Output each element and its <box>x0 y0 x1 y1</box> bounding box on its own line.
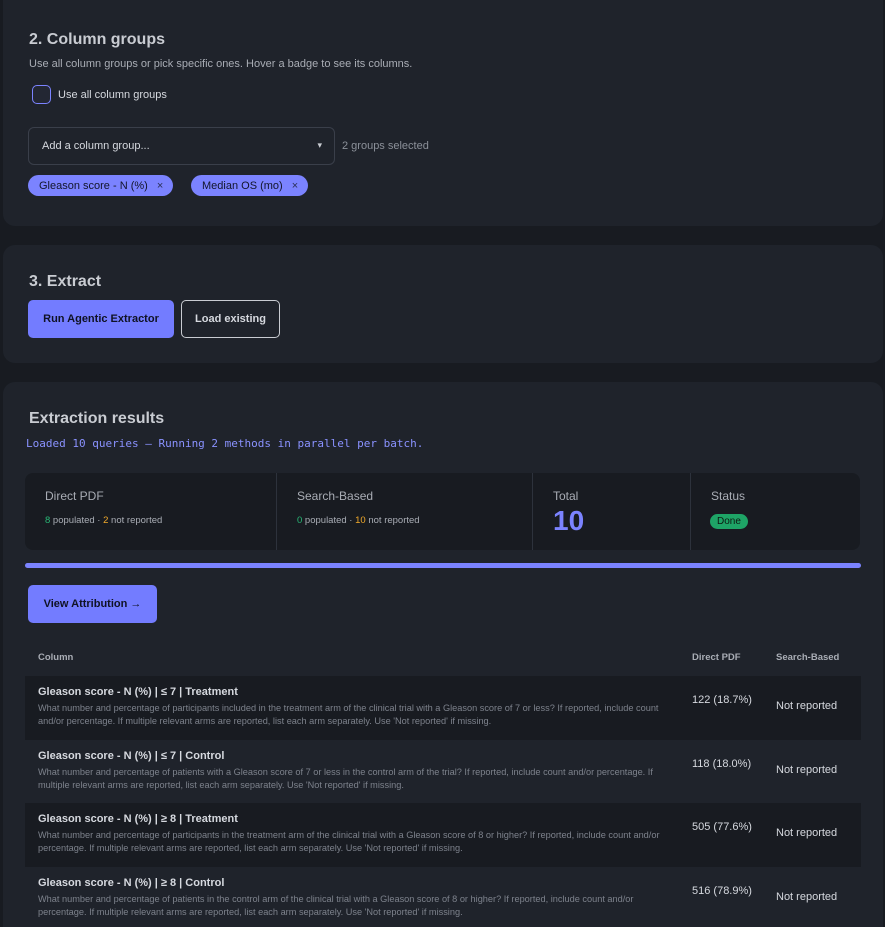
table-header: Column Direct PDF Search-Based <box>25 640 861 676</box>
stat-total: Total 10 <box>533 473 691 550</box>
row-title: Gleason score - N (%) | ≥ 8 | Treatment <box>38 813 238 825</box>
row-description: What number and percentage of participan… <box>38 830 660 853</box>
chevron-down-icon: ▾ <box>317 140 322 150</box>
stats-panel: Direct PDF 8 populated · 2 not reported … <box>25 473 860 550</box>
stat-search-based: Search-Based 0 populated · 10 not report… <box>277 473 533 550</box>
use-all-row[interactable]: Use all column groups <box>32 85 167 104</box>
row-direct-pdf: 118 (18.0%) <box>692 757 752 770</box>
row-description: What number and percentage of patients w… <box>38 766 653 790</box>
row-description: What number and percentage of patients i… <box>38 893 634 917</box>
chip-label: Median OS (mo) <box>202 179 283 192</box>
extract-card: 3. Extract Run Agentic Extractor Load ex… <box>3 245 883 363</box>
use-all-checkbox[interactable] <box>32 85 51 104</box>
column-groups-card: 2. Column groups Use all column groups o… <box>3 0 883 226</box>
stat-label: Direct PDF <box>45 489 104 503</box>
row-title: Gleason score - N (%) | ≤ 7 | Control <box>38 749 225 762</box>
view-attribution-button[interactable]: View Attribution → <box>28 585 157 623</box>
table-row: Gleason score - N (%) | ≤ 7 | Treatment … <box>25 676 861 740</box>
row-description: What number and percentage of participan… <box>38 703 659 726</box>
column-header: Column <box>38 652 74 663</box>
row-search-based: Not reported <box>776 890 838 903</box>
stat-direct-pdf: Direct PDF 8 populated · 2 not reported <box>25 473 277 550</box>
row-direct-pdf: 516 (78.9%) <box>692 884 752 897</box>
column-header: Search-Based <box>776 652 840 663</box>
stat-label: Total <box>553 489 579 503</box>
table-row: Gleason score - N (%) | ≤ 7 | Control Wh… <box>25 740 861 804</box>
results-title: Extraction results <box>29 410 165 427</box>
total-value: 10 <box>553 505 585 536</box>
row-title: Gleason score - N (%) | ≥ 8 | Control <box>38 876 225 889</box>
row-search-based: Not reported <box>776 827 838 839</box>
load-existing-button[interactable]: Load existing <box>181 300 280 338</box>
row-direct-pdf: 505 (77.6%) <box>692 821 752 833</box>
progress-fill <box>25 563 861 568</box>
row-title: Gleason score - N (%) | ≤ 7 | Treatment <box>38 686 238 698</box>
column-group-select-placeholder: Add a column group... <box>42 140 150 152</box>
row-search-based: Not reported <box>776 763 838 776</box>
stat-label: Search-Based <box>297 489 374 503</box>
close-icon[interactable]: × <box>157 180 163 192</box>
results-table: Column Direct PDF Search-Based Gleason s… <box>25 640 861 927</box>
column-groups-title: 2. Column groups <box>29 31 165 48</box>
column-groups-subtitle: Use all column groups or pick specific o… <box>29 58 413 70</box>
extract-title: 3. Extract <box>29 273 102 290</box>
close-icon[interactable]: × <box>292 180 298 192</box>
table-row: Gleason score - N (%) | ≥ 8 | Treatment … <box>25 803 861 867</box>
stat-status: Status Done <box>691 473 860 550</box>
stat-meta: 8 populated · 2 not reported <box>45 515 163 526</box>
row-search-based: Not reported <box>776 700 838 712</box>
status-badge: Done <box>710 514 748 529</box>
chip-label: Gleason score - N (%) <box>39 179 148 192</box>
group-chip: Median OS (mo) × <box>191 175 309 196</box>
column-header: Direct PDF <box>692 652 741 663</box>
results-status-line: Loaded 10 queries — Running 2 methods in… <box>26 437 424 450</box>
group-chip: Gleason score - N (%) × <box>28 175 174 196</box>
table-row: Gleason score - N (%) | ≥ 8 | Control Wh… <box>25 867 861 927</box>
progress-bar <box>25 563 861 568</box>
row-direct-pdf: 122 (18.7%) <box>692 694 752 706</box>
stat-label: Status <box>711 489 746 503</box>
stat-meta: 0 populated · 10 not reported <box>297 515 420 526</box>
selected-count: 2 groups selected <box>342 140 429 152</box>
run-extractor-button[interactable]: Run Agentic Extractor <box>28 300 174 338</box>
column-group-select[interactable]: Add a column group... ▾ <box>28 127 335 165</box>
use-all-label: Use all column groups <box>58 88 167 101</box>
